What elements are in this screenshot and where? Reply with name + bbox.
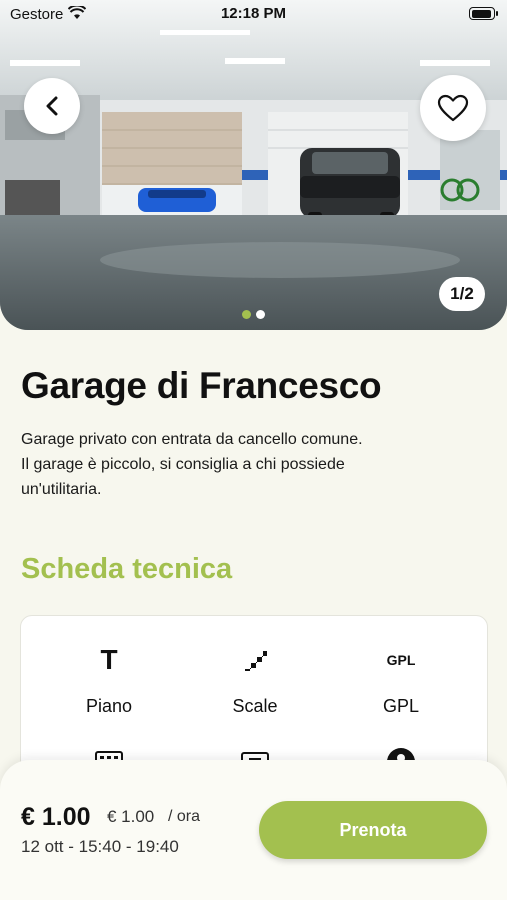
- spec-gpl-label: GPL: [382, 696, 420, 716]
- spec-stairs: Scale: [177, 644, 333, 717]
- status-bar: Gestore 12:18 PM: [0, 0, 507, 28]
- favorite-button[interactable]: [420, 75, 486, 141]
- price-unit: / ora: [168, 808, 201, 825]
- spec-floor-label: Piano: [85, 696, 133, 716]
- spec-stairs-label: Scale: [232, 696, 278, 716]
- pagination-dot-1[interactable]: [242, 310, 251, 319]
- booking-bar: € 1.00 € 1.00 / ora 12 ott - 15:40 - 19:…: [0, 760, 507, 900]
- pagination-dot-2[interactable]: [256, 310, 265, 319]
- chevron-left-icon: [46, 96, 58, 116]
- price-total: € 1.00: [21, 803, 91, 831]
- pagination-dots[interactable]: [242, 310, 265, 319]
- listing-description: Garage privato con entrata da cancello c…: [21, 427, 491, 502]
- heart-icon: [437, 94, 469, 122]
- book-button[interactable]: Prenota: [259, 801, 487, 859]
- spec-gpl: GPL GPL: [323, 644, 479, 717]
- battery-icon: [469, 7, 498, 20]
- image-counter: 1/2: [439, 277, 485, 311]
- listing-title: Garage di Francesco: [21, 365, 382, 406]
- price-hourly: € 1.00: [107, 807, 155, 826]
- garage-photo: [0, 0, 507, 330]
- stairs-icon: [177, 644, 333, 676]
- description-line: Il garage è piccolo, si consiglia a chi …: [21, 456, 345, 473]
- gpl-icon: GPL: [386, 652, 416, 668]
- back-button[interactable]: [24, 78, 80, 134]
- description-line: un'utilitaria.: [21, 481, 102, 498]
- floor-T-icon: T: [100, 644, 118, 675]
- booking-date-range: 12 ott - 15:40 - 19:40: [21, 837, 179, 856]
- hero-image[interactable]: Gestore 12:18 PM 1/2: [0, 0, 507, 330]
- clock: 12:18 PM: [220, 5, 287, 22]
- spec-floor: T Piano: [31, 644, 187, 717]
- specs-section-title: Scheda tecnica: [21, 553, 233, 585]
- description-line: Garage privato con entrata da cancello c…: [21, 431, 363, 448]
